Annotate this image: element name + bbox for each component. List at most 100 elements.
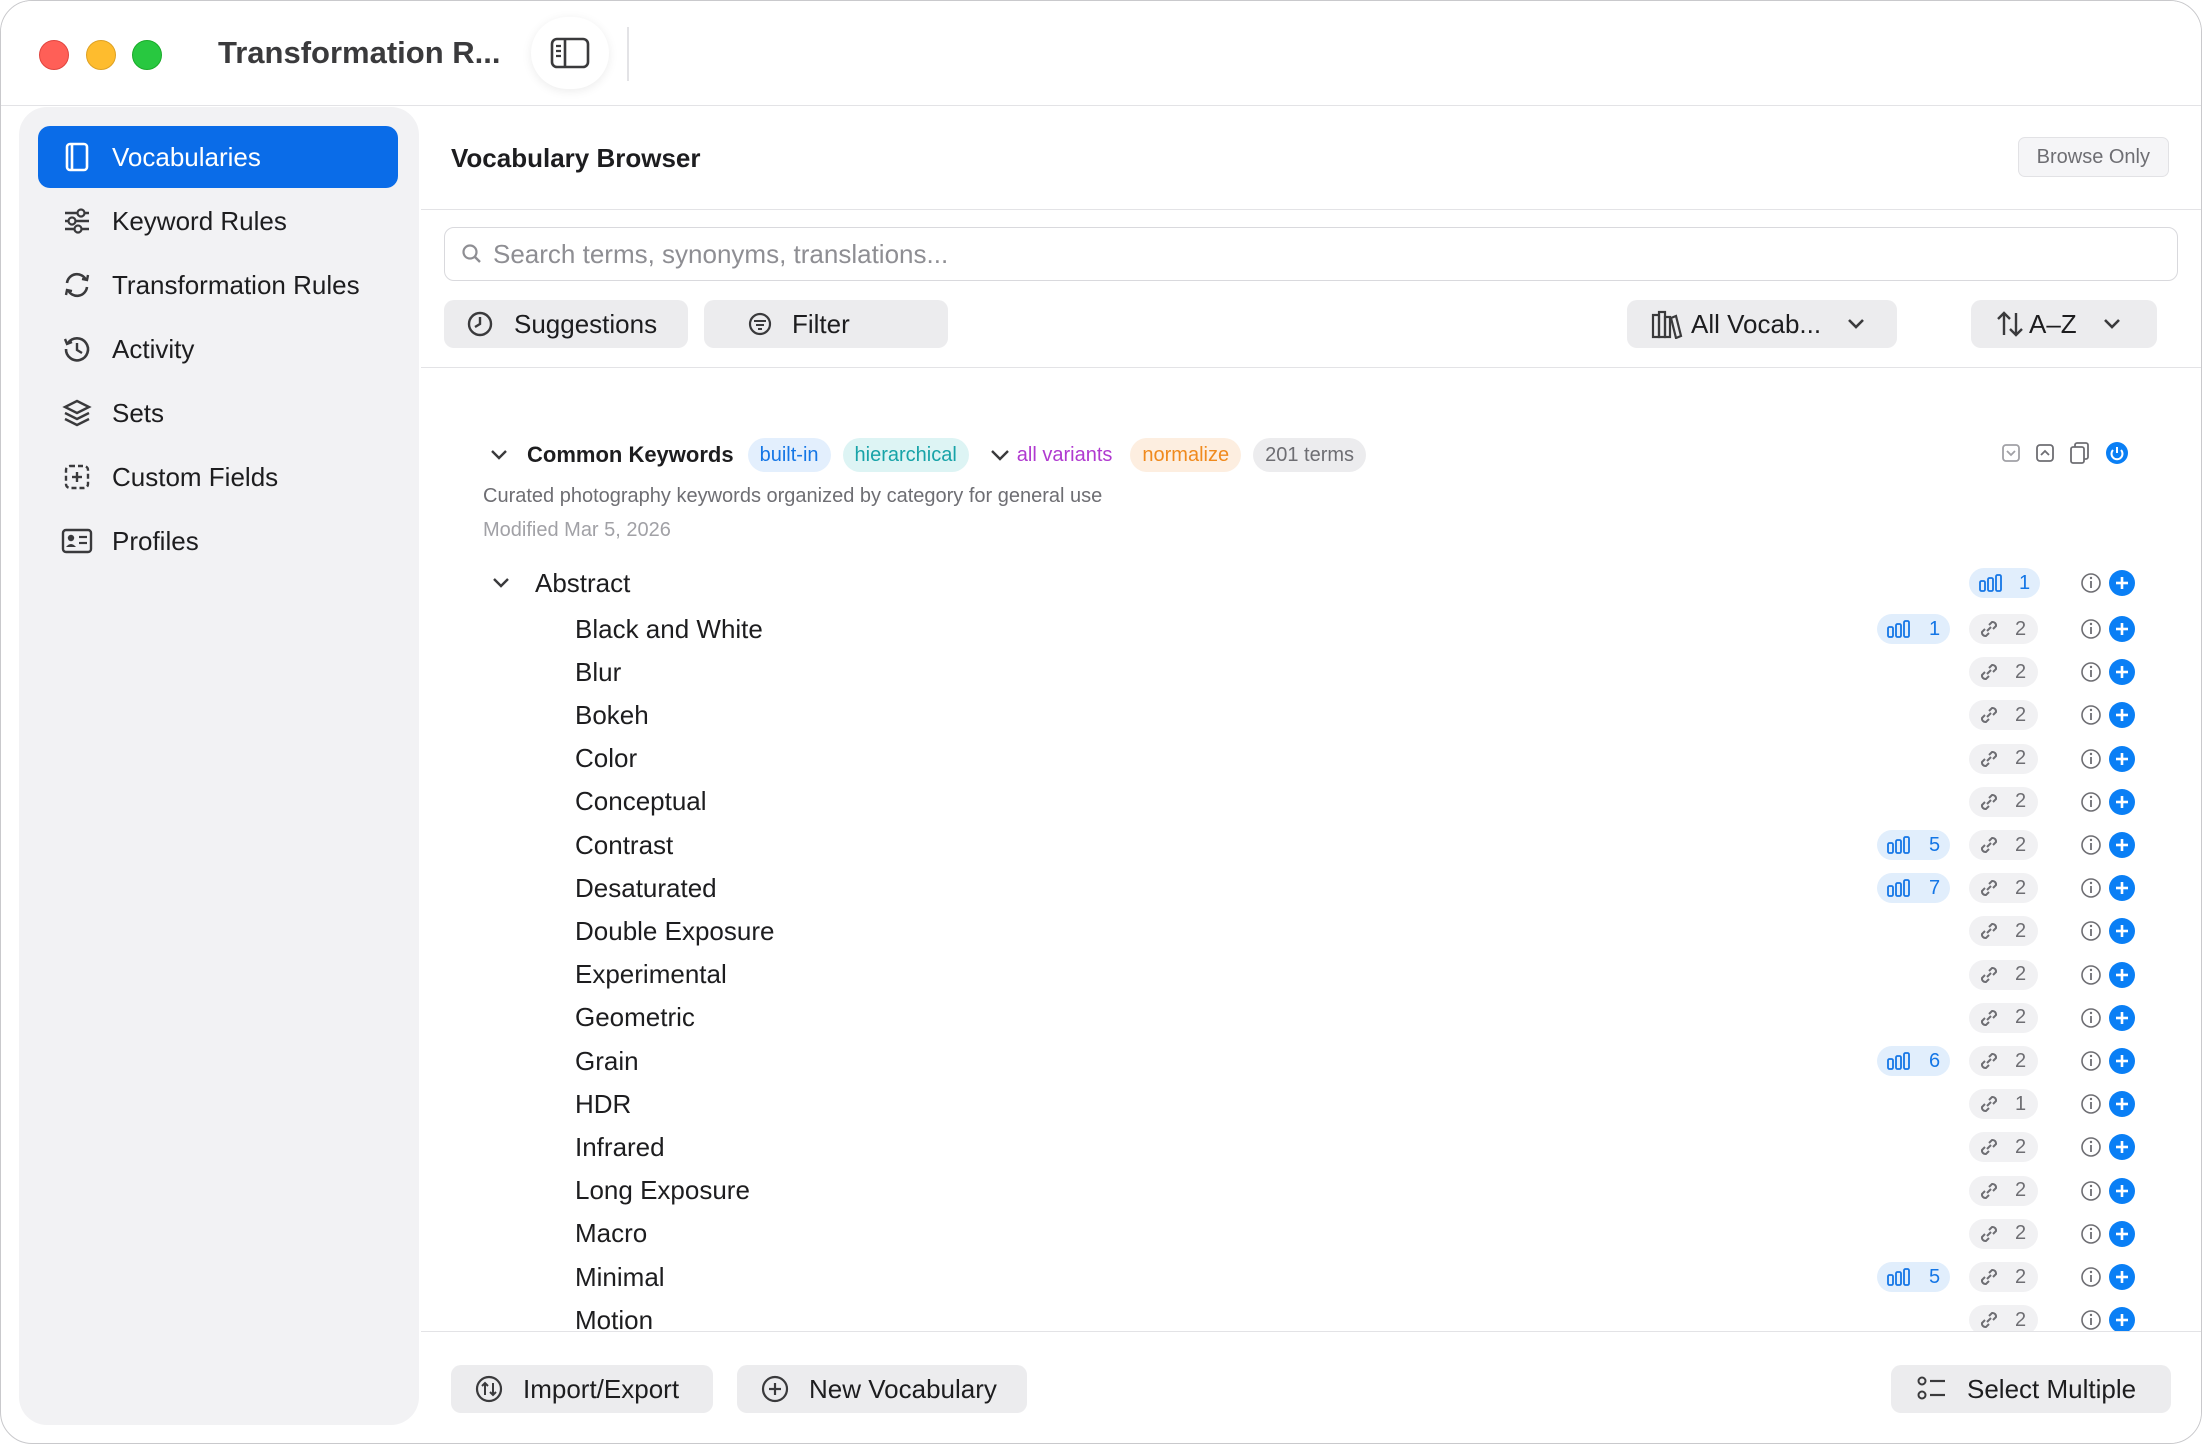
term-label: Minimal [575,1261,665,1292]
usage-badge: 6 [1877,1046,1951,1076]
links-count: 2 [2015,1308,2027,1331]
term-row[interactable]: Blur 2 [575,652,2135,692]
add-child-button[interactable] [2109,1048,2135,1074]
add-child-button[interactable] [2109,702,2135,729]
term-row[interactable]: Double Exposure 2 [575,911,2135,951]
info-icon[interactable] [2080,704,2102,726]
plus-icon [2116,709,2128,722]
term-label: Contrast [575,829,674,860]
info-icon[interactable] [2080,1050,2102,1072]
vocabulary-select[interactable]: All Vocab... [1627,300,1897,348]
term-row[interactable]: Black and White 1 2 [575,609,2135,649]
info-icon[interactable] [2080,661,2102,683]
links-count: 2 [2015,1222,2027,1245]
sidebar-item-label: Activity [112,333,195,364]
info-icon[interactable] [2080,1223,2102,1245]
book-icon [60,140,94,174]
term-row[interactable]: Minimal 5 2 [575,1257,2135,1297]
sidebar-item-label: Vocabularies [112,141,261,172]
duplicate-icon[interactable] [2069,441,2091,465]
suggestions-button[interactable]: Suggestions [444,300,688,348]
filter-button[interactable]: Filter [704,300,948,348]
term-row[interactable]: Grain 6 2 [575,1041,2135,1081]
info-icon[interactable] [2080,618,2102,640]
layers-icon [60,396,94,430]
add-child-button[interactable] [2109,1307,2135,1331]
zoom-window-button[interactable] [132,40,162,70]
term-row[interactable]: Long Exposure 2 [575,1171,2135,1211]
add-term-button[interactable] [2109,570,2135,596]
term-row[interactable]: Contrast 5 2 [575,825,2135,865]
add-child-button[interactable] [2109,1134,2135,1161]
close-window-button[interactable] [39,40,69,70]
info-icon[interactable] [2080,1266,2102,1288]
add-child-button[interactable] [2109,918,2135,945]
select-multiple-button[interactable]: Select Multiple [1891,1365,2171,1413]
links-badge: 2 [1969,700,2039,731]
add-child-button[interactable] [2109,745,2135,772]
term-row[interactable]: Color 2 [575,739,2135,779]
info-icon[interactable] [2080,877,2102,899]
sidebar-item-activity[interactable]: Activity [38,318,398,380]
term-row[interactable]: Conceptual 2 [575,782,2135,822]
info-icon[interactable] [2080,920,2102,942]
sidebar-item-sets[interactable]: Sets [38,382,398,444]
add-child-button[interactable] [2109,1264,2135,1290]
info-icon[interactable] [2080,1309,2102,1331]
sort-select[interactable]: A–Z [1971,300,2157,348]
term-row[interactable]: Motion 2 [575,1300,2135,1331]
add-child-button[interactable] [2109,1220,2135,1247]
sidebar-item-vocabularies[interactable]: Vocabularies [38,126,398,188]
link-icon [1980,836,1998,854]
add-child-button[interactable] [2109,788,2135,815]
add-child-button[interactable] [2109,616,2135,642]
sidebar-item-custom-fields[interactable]: Custom Fields [38,446,398,508]
sidebar-item-keyword-rules[interactable]: Keyword Rules [38,190,398,252]
sidebar-item-profiles[interactable]: Profiles [38,510,398,572]
minimize-window-button[interactable] [86,40,116,70]
info-icon[interactable] [2080,748,2102,770]
add-child-button[interactable] [2109,875,2135,902]
info-icon[interactable] [2080,572,2102,594]
info-icon[interactable] [2080,791,2102,813]
sidebar-toggle-button[interactable] [531,17,609,89]
add-child-button[interactable] [2109,1004,2135,1031]
term-row[interactable]: HDR 1 [575,1084,2135,1124]
term-row[interactable]: Desaturated 7 2 [575,868,2135,908]
import-export-button[interactable]: Import/Export [451,1365,713,1413]
search-field[interactable]: Search terms, synonyms, translations... [444,227,2178,281]
term-row[interactable]: Macro 2 [575,1214,2135,1254]
info-icon[interactable] [2080,1136,2102,1158]
sidebar-item-transformation-rules[interactable]: Transformation Rules [38,254,398,316]
link-icon [1980,1139,1998,1156]
sort-select-value: A–Z [2029,308,2077,339]
info-icon[interactable] [2080,1093,2102,1115]
add-child-button[interactable] [2109,1177,2135,1204]
category-row[interactable]: Abstract 1 [491,565,2135,601]
info-icon[interactable] [2080,834,2102,856]
collapse-all-icon[interactable] [2001,443,2021,463]
info-icon[interactable] [2080,1007,2102,1029]
expand-all-icon[interactable] [2035,443,2055,463]
chevron-down-icon[interactable] [491,576,511,590]
add-child-button[interactable] [2109,961,2135,988]
chevron-down-icon[interactable] [489,448,509,462]
sidebar-icon [550,37,590,69]
search-input[interactable]: Search terms, synonyms, translations... [493,239,948,270]
bar-chart-icon [1887,1268,1910,1286]
term-row[interactable]: Geometric 2 [575,998,2135,1038]
term-row[interactable]: Experimental 2 [575,955,2135,995]
category-label: Abstract [535,567,631,598]
add-child-button[interactable] [2109,1091,2135,1118]
plus-icon [2116,1141,2128,1154]
add-child-button[interactable] [2109,659,2135,686]
books-icon [1651,310,1683,339]
info-icon[interactable] [2080,1180,2102,1202]
term-row[interactable]: Bokeh 2 [575,695,2135,735]
term-list: Abstract 1 Black and White 1 2 Blur 2 Bokeh 2 C… [421,561,2201,1331]
new-vocabulary-button[interactable]: New Vocabulary [737,1365,1027,1413]
add-child-button[interactable] [2109,832,2135,858]
info-icon[interactable] [2080,964,2102,986]
power-icon[interactable] [2105,441,2129,465]
term-row[interactable]: Infrared 2 [575,1127,2135,1167]
